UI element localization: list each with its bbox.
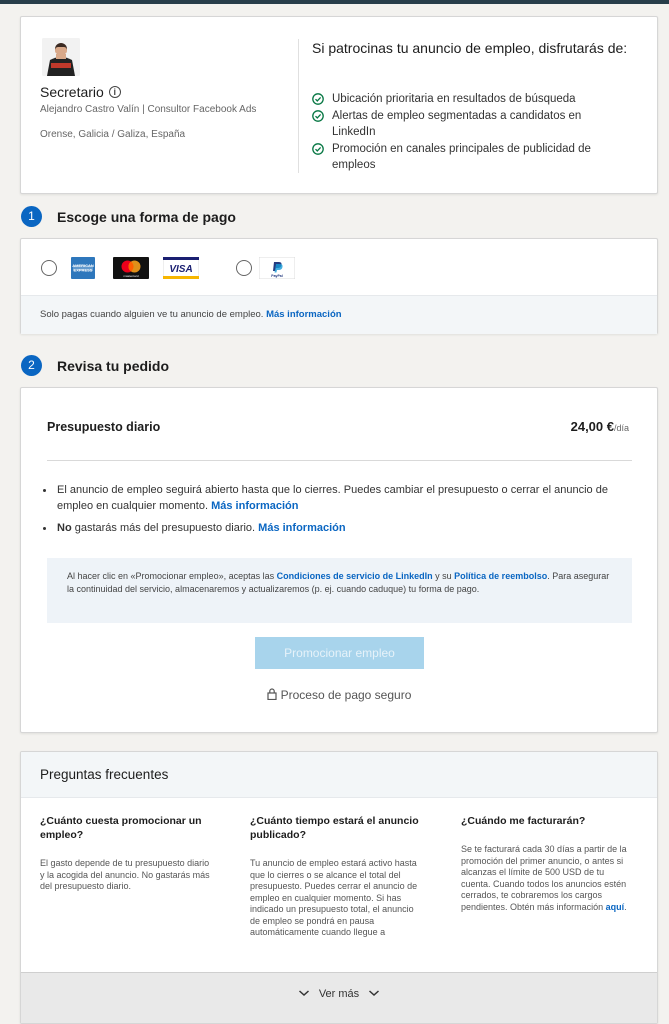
payment-footer-text: Solo pagas cuando alguien ve tu anuncio …: [40, 309, 264, 320]
order-review-card: Presupuesto diario 24,00 €/día El anunci…: [20, 387, 658, 733]
benefits-list: Ubicación prioritaria en resultados de b…: [312, 91, 612, 174]
secure-text: Proceso de pago seguro: [280, 688, 412, 702]
mastercard-icon: mastercard: [113, 257, 149, 279]
terms-text: Al hacer clic en «Promocionar empleo», a…: [67, 571, 277, 581]
faq-answer-text: Se te facturará cada 30 días a partir de…: [461, 844, 627, 912]
amex-icon: AMERICAN EXPRESS: [71, 257, 95, 279]
check-circle-icon: [312, 110, 324, 122]
order-note-text: gastarás más del presupuesto diario.: [71, 522, 256, 534]
terms-text: y su: [432, 571, 455, 581]
order-note-text: El anuncio de empleo seguirá abierto has…: [57, 484, 608, 512]
see-more-button[interactable]: Ver más: [21, 988, 657, 1000]
terms-of-service-link[interactable]: Condiciones de servicio de LinkedIn: [277, 571, 433, 581]
order-step-header: 2 Revisa tu pedido: [21, 355, 169, 376]
order-notes: El anuncio de empleo seguirá abierto has…: [41, 482, 621, 542]
faq-answer: Tu anuncio de empleo estará activo hasta…: [250, 858, 418, 937]
check-circle-icon: [312, 93, 324, 105]
chevron-down-icon: [298, 990, 309, 997]
job-summary-card: Secretario i Alejandro Castro Valín | Co…: [20, 16, 658, 194]
faq-card: Preguntas frecuentes ¿Cuánto cuesta prom…: [20, 751, 658, 1024]
budget-amount: 24,00 €: [570, 419, 614, 434]
faq-question: ¿Cuándo me facturarán?: [461, 815, 586, 827]
benefit-item: Ubicación prioritaria en resultados de b…: [312, 91, 612, 107]
terms-notice: Al hacer clic en «Promocionar empleo», a…: [47, 558, 632, 623]
svg-text:VISA: VISA: [169, 264, 192, 275]
benefit-item: Alertas de empleo segmentadas a candidat…: [312, 108, 612, 140]
order-note-item: El anuncio de empleo seguirá abierto has…: [41, 482, 621, 514]
job-title-text: Secretario: [40, 84, 104, 100]
payment-method-card: AMERICAN EXPRESS mastercard VISA PayPal …: [20, 238, 658, 334]
faq-item: ¿Cuánto tiempo estará el anuncio publica…: [250, 814, 425, 939]
job-title: Secretario i: [40, 84, 121, 100]
step-number-badge: 2: [21, 355, 42, 376]
more-info-link[interactable]: Más información: [266, 309, 342, 320]
payment-footer: Solo pagas cuando alguien ve tu anuncio …: [21, 295, 657, 334]
order-note-bold: No: [57, 522, 72, 534]
see-more-bar[interactable]: Ver más: [21, 972, 657, 1023]
svg-text:PayPal: PayPal: [271, 274, 283, 278]
svg-text:EXPRESS: EXPRESS: [74, 268, 93, 273]
payment-heading: Escoge una forma de pago: [57, 208, 236, 225]
faq-item: ¿Cuándo me facturarán? Se te facturará c…: [461, 814, 636, 913]
order-note-item: No gastarás más del presupuesto diario. …: [41, 520, 621, 536]
svg-text:mastercard: mastercard: [123, 274, 138, 278]
divider: [298, 39, 299, 173]
faq-answer: Se te facturará cada 30 días a partir de…: [461, 844, 627, 912]
card-radio[interactable]: [41, 260, 57, 276]
promote-job-button[interactable]: Promocionar empleo: [255, 637, 424, 669]
visa-icon: VISA: [163, 257, 199, 279]
faq-question: ¿Cuánto tiempo estará el anuncio publica…: [250, 815, 419, 841]
faq-answer: El gasto depende de tu presupuesto diari…: [40, 858, 210, 891]
step-number-badge: 1: [21, 206, 42, 227]
benefit-text: Promoción en canales principales de publ…: [332, 143, 591, 171]
paypal-icon: PayPal: [259, 257, 295, 279]
benefit-text: Ubicación prioritaria en resultados de b…: [332, 93, 576, 105]
benefit-item: Promoción en canales principales de publ…: [312, 141, 612, 173]
divider: [47, 460, 632, 461]
faq-title: Preguntas frecuentes: [21, 752, 657, 798]
faq-question: ¿Cuánto cuesta promocionar un empleo?: [40, 815, 202, 841]
company-name: Alejandro Castro Valín | Consultor Faceb…: [40, 104, 257, 115]
info-icon[interactable]: i: [108, 86, 121, 98]
refund-policy-link[interactable]: Política de reembolso: [454, 571, 547, 581]
daily-budget-value: 24,00 €/día: [571, 419, 629, 434]
daily-budget-label: Presupuesto diario: [47, 420, 161, 434]
job-location: Orense, Galicia / Galiza, España: [40, 129, 186, 140]
company-avatar: [42, 38, 80, 76]
top-bar: [0, 0, 669, 4]
benefit-text: Alertas de empleo segmentadas a candidat…: [332, 110, 582, 138]
benefits-title: Si patrocinas tu anuncio de empleo, disf…: [312, 40, 628, 56]
check-circle-icon: [312, 143, 324, 155]
more-info-link[interactable]: Más información: [258, 522, 345, 534]
lock-icon: [267, 688, 277, 701]
chevron-down-icon: [369, 990, 380, 997]
faq-item: ¿Cuánto cuesta promocionar un empleo? El…: [40, 814, 215, 893]
payment-options: AMERICAN EXPRESS mastercard VISA PayPal: [41, 257, 295, 279]
secure-checkout-label: Proceso de pago seguro: [21, 688, 657, 702]
payment-step-header: 1 Escoge una forma de pago: [21, 206, 236, 227]
see-more-label: Ver más: [318, 988, 360, 1000]
order-heading: Revisa tu pedido: [57, 357, 170, 374]
here-link[interactable]: aquí: [606, 902, 625, 912]
more-info-link[interactable]: Más información: [211, 500, 298, 512]
budget-unit: /día: [613, 423, 629, 433]
paypal-radio[interactable]: [236, 260, 252, 276]
